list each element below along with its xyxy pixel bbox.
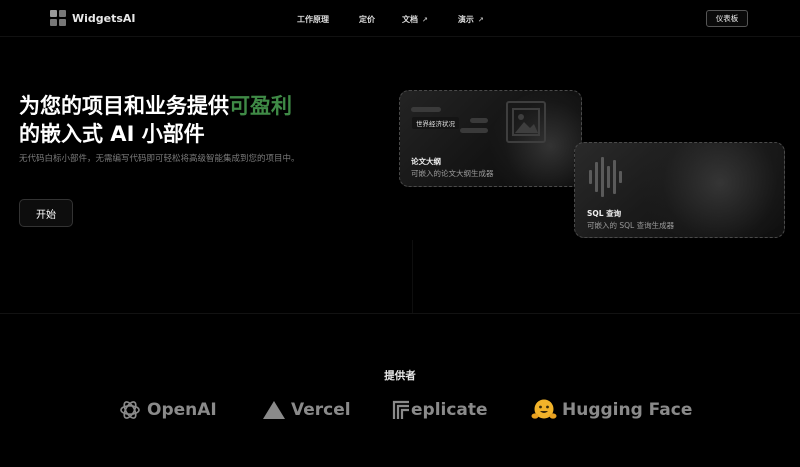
provider-name: OpenAI	[147, 400, 217, 420]
widgets-logo-icon	[50, 10, 66, 26]
get-started-button[interactable]: 开始	[19, 199, 73, 227]
hero-title: 为您的项目和业务提供可盈利的嵌入式 AI 小部件	[19, 92, 309, 148]
hero-subtitle: 无代码白标小部件，无需编写代码即可轻松将高级智能集成到您的项目中。	[19, 154, 300, 164]
replicate-logo-icon	[392, 400, 409, 419]
nav-item-label: 工作原理	[297, 15, 329, 24]
nav-item-label: 文档	[402, 15, 418, 24]
provider-replicate: eplicate	[392, 396, 488, 424]
nav-item-label: 定价	[359, 15, 375, 24]
provider-openai: OpenAI	[118, 396, 217, 424]
provider-name: Hugging Face	[562, 400, 693, 420]
provider-name: eplicate	[411, 400, 488, 420]
nav-item-label: 演示	[457, 15, 474, 24]
dashboard-button[interactable]: 仪表板	[706, 10, 748, 27]
card-description: 可嵌入的 SQL 查询生成器	[587, 221, 675, 230]
brand-logo[interactable]: WidgetsAI	[50, 10, 136, 26]
nav-item-docs[interactable]: 文档 ↗	[402, 14, 428, 25]
card-title: SQL 查询	[587, 209, 622, 218]
hero-title-suffix: 的嵌入式 AI 小部件	[19, 122, 205, 146]
main-nav: 工作原理 定价 文档 ↗ 演示 ↗	[297, 14, 484, 25]
external-link-icon: ↗	[422, 15, 428, 24]
hero-title-highlight: 可盈利	[229, 94, 292, 118]
hero-title-prefix: 为您的项目和业务提供	[19, 94, 229, 118]
card-title: 论文大纲	[411, 157, 441, 166]
hugging-face-emoji-icon	[531, 399, 557, 419]
vercel-triangle-icon	[263, 401, 285, 419]
nav-item-demo[interactable]: 演示 ↗	[458, 14, 484, 25]
image-placeholder-icon	[506, 101, 546, 143]
nav-item-pricing[interactable]: 定价	[359, 14, 375, 25]
audio-waveform-icon	[589, 155, 622, 199]
provider-vercel: Vercel	[262, 396, 351, 424]
top-navigation-bar: WidgetsAI 工作原理 定价 文档 ↗ 演示 ↗ 仪表板	[0, 0, 800, 36]
placeholder-bar	[470, 118, 488, 123]
provider-name: Vercel	[291, 400, 351, 420]
placeholder-bar	[460, 128, 488, 133]
section-divider	[0, 313, 800, 314]
header-divider	[0, 36, 800, 37]
section-divider-vertical	[412, 240, 413, 313]
widget-tag-label: 世界经济状况	[412, 117, 459, 129]
external-link-icon: ↗	[477, 15, 484, 24]
provider-hugging-face: Hugging Face	[531, 396, 692, 424]
card-description: 可嵌入的论文大纲生成器	[411, 169, 494, 178]
providers-heading: 提供者	[384, 370, 416, 382]
placeholder-bar	[411, 107, 441, 112]
brand-name: WidgetsAI	[72, 11, 136, 25]
nav-item-how-it-works[interactable]: 工作原理	[297, 14, 329, 25]
openai-logo-icon	[120, 401, 140, 419]
